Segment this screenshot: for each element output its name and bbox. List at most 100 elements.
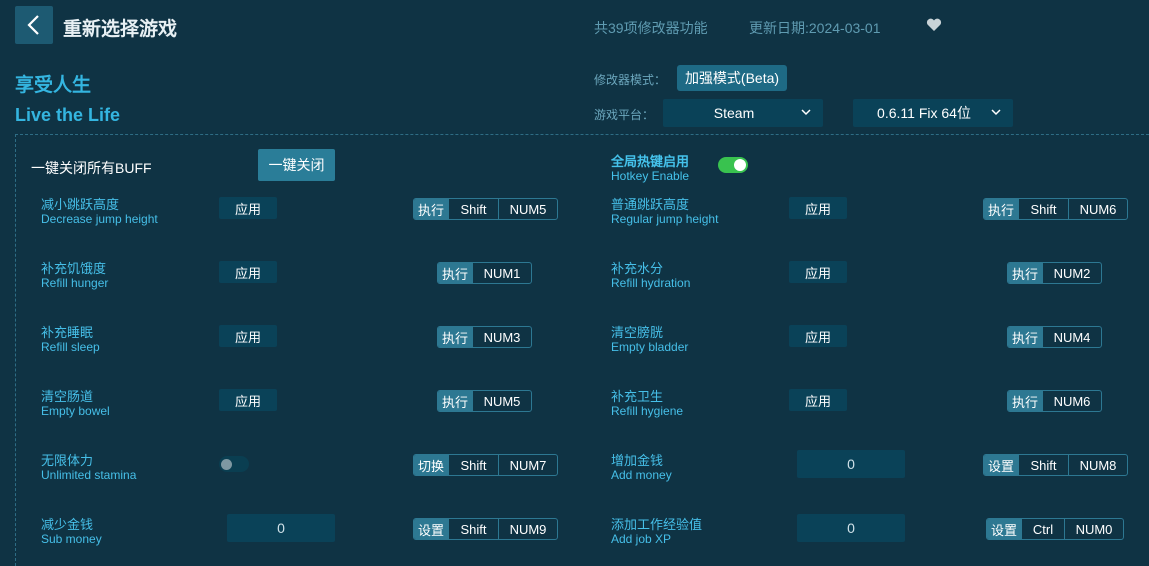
add-job-xp-input[interactable]: 0 [797, 514, 905, 542]
add-money-input[interactable]: 0 [797, 450, 905, 478]
sub-money-input[interactable]: 0 [227, 514, 335, 542]
hotkey-enable-toggle[interactable] [718, 157, 748, 173]
hotkey-enable-label-en: Hotkey Enable [611, 169, 690, 183]
hotkey-key: NUM9 [498, 519, 557, 539]
option-label-en: Unlimited stamina [41, 468, 137, 482]
option-label-cn: 减少金钱 [41, 517, 94, 532]
option-label-en: Add job XP [611, 532, 672, 546]
hotkey-combo[interactable]: 设置 Shift NUM8 [983, 454, 1128, 476]
apply-button[interactable]: 应用 [219, 261, 277, 283]
mode-label: 修改器模式： [594, 73, 667, 87]
apply-button[interactable]: 应用 [219, 325, 277, 347]
option-label-cn: 补充水分 [611, 261, 664, 276]
option-label-cn: 减小跳跃高度 [41, 197, 120, 212]
hotkey-action: 设置 [987, 519, 1021, 539]
hotkey-combo[interactable]: 切换 Shift NUM7 [413, 454, 558, 476]
option-label-en: Regular jump height [611, 212, 719, 226]
unlimited-stamina-toggle[interactable] [219, 456, 249, 472]
options-panel [15, 134, 1149, 566]
option-label-cn: 清空膀胱 [611, 325, 664, 340]
hotkey-key: NUM2 [1042, 263, 1101, 283]
hotkey-key: NUM6 [1068, 199, 1127, 219]
hotkey-key: Ctrl [1021, 519, 1064, 539]
option-label-cn: 补充卫生 [611, 389, 664, 404]
back-button[interactable] [15, 6, 53, 44]
hotkey-combo[interactable]: 执行 NUM5 [437, 390, 532, 412]
option-label-cn: 添加工作经验值 [611, 517, 703, 532]
apply-button[interactable]: 应用 [789, 325, 847, 347]
option-label-en: Refill hygiene [611, 404, 684, 418]
option-label-cn: 清空肠道 [41, 389, 94, 404]
mode-button[interactable]: 加强模式(Beta) [677, 65, 787, 91]
game-name-en: Live the Life [15, 105, 121, 125]
hotkey-enable-label-cn: 全局热键启用 [611, 154, 690, 169]
hotkey-key: Shift [1018, 199, 1068, 219]
option-label-cn: 普通跳跃高度 [611, 197, 690, 212]
option-label-en: Refill sleep [41, 340, 100, 354]
close-all-label: 一键关闭所有BUFF [31, 160, 152, 176]
option-label-en: Refill hydration [611, 276, 691, 290]
heart-icon[interactable] [926, 18, 942, 32]
platform-select[interactable]: Steam [663, 99, 823, 127]
hotkey-action: 执行 [984, 199, 1018, 219]
chevron-left-icon [27, 15, 39, 35]
option-label-cn: 无限体力 [41, 453, 94, 468]
hotkey-key: Shift [448, 519, 498, 539]
update-date: 更新日期:2024-03-01 [749, 20, 881, 36]
option-label-en: Add money [611, 468, 672, 482]
hotkey-combo[interactable]: 执行 NUM6 [1007, 390, 1102, 412]
hotkey-action: 设置 [414, 519, 448, 539]
hotkey-key: NUM3 [472, 327, 531, 347]
hotkey-combo[interactable]: 执行 NUM3 [437, 326, 532, 348]
chevron-down-icon [991, 109, 1001, 116]
hotkey-key: NUM8 [1068, 455, 1127, 475]
hotkey-combo[interactable]: 设置 Shift NUM9 [413, 518, 558, 540]
platform-label: 游戏平台： [594, 108, 655, 122]
hotkey-key: NUM4 [1042, 327, 1101, 347]
hotkey-action: 执行 [1008, 263, 1042, 283]
hotkey-action: 执行 [1008, 327, 1042, 347]
page-title: 重新选择游戏 [63, 19, 178, 40]
option-label-en: Refill hunger [41, 276, 109, 290]
apply-button[interactable]: 应用 [219, 389, 277, 411]
hotkey-action: 执行 [438, 263, 472, 283]
option-label-cn: 补充睡眠 [41, 325, 94, 340]
option-label-cn: 增加金钱 [611, 453, 664, 468]
option-label-en: Sub money [41, 532, 102, 546]
game-name-cn: 享受人生 [15, 75, 92, 96]
hotkey-combo[interactable]: 执行 NUM4 [1007, 326, 1102, 348]
hotkey-action: 设置 [984, 455, 1018, 475]
option-label-en: Empty bladder [611, 340, 689, 354]
hotkey-key: NUM5 [472, 391, 531, 411]
option-label-cn: 补充饥饿度 [41, 261, 107, 276]
close-all-button[interactable]: 一键关闭 [258, 149, 335, 181]
hotkey-action: 执行 [1008, 391, 1042, 411]
hotkey-key: NUM6 [1042, 391, 1101, 411]
hotkey-combo[interactable]: 执行 NUM2 [1007, 262, 1102, 284]
hotkey-key: NUM1 [472, 263, 531, 283]
hotkey-action: 执行 [414, 199, 448, 219]
hotkey-action: 执行 [438, 391, 472, 411]
hotkey-key: NUM5 [498, 199, 557, 219]
platform-value: Steam [713, 105, 755, 121]
hotkey-combo[interactable]: 执行 Shift NUM6 [983, 198, 1128, 220]
hotkey-key: NUM7 [498, 455, 557, 475]
apply-button[interactable]: 应用 [789, 261, 847, 283]
option-label-en: Empty bowel [41, 404, 110, 418]
hotkey-key: Shift [448, 455, 498, 475]
hotkey-action: 切换 [414, 455, 448, 475]
hotkey-key: Shift [1018, 455, 1068, 475]
feature-count: 共39项修改器功能 [594, 20, 708, 36]
hotkey-combo[interactable]: 执行 Shift NUM5 [413, 198, 558, 220]
version-value: 0.6.11 Fix 64位 [877, 105, 971, 121]
hotkey-key: NUM0 [1064, 519, 1123, 539]
apply-button[interactable]: 应用 [789, 197, 847, 219]
apply-button[interactable]: 应用 [789, 389, 847, 411]
option-label-en: Decrease jump height [41, 212, 158, 226]
hotkey-action: 执行 [438, 327, 472, 347]
chevron-down-icon [801, 109, 811, 116]
hotkey-combo[interactable]: 设置 Ctrl NUM0 [986, 518, 1124, 540]
hotkey-combo[interactable]: 执行 NUM1 [437, 262, 532, 284]
apply-button[interactable]: 应用 [219, 197, 277, 219]
version-select[interactable]: 0.6.11 Fix 64位 [853, 99, 1013, 127]
